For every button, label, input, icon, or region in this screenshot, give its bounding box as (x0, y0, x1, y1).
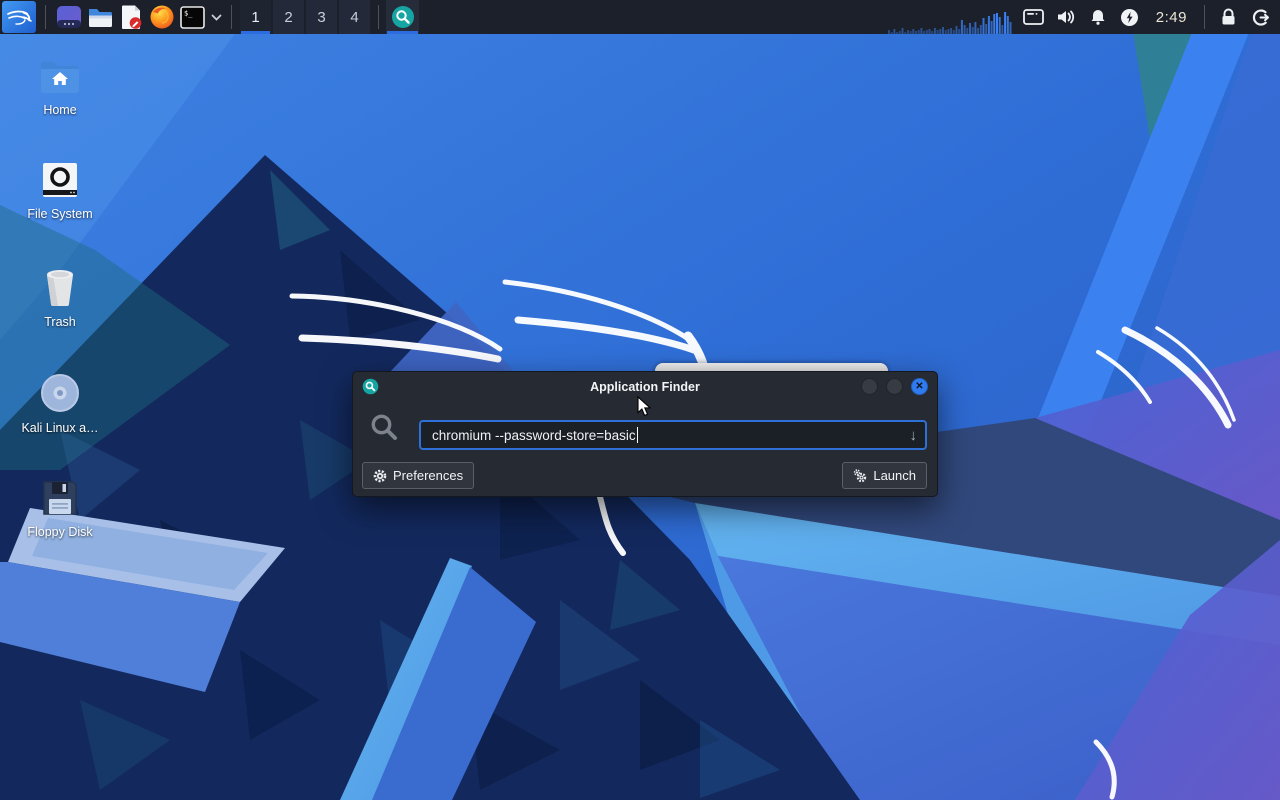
search-row: chromium --password-store=basic ↓ (353, 412, 937, 450)
application-finder-icon (362, 378, 379, 395)
launch-label: Launch (873, 468, 916, 483)
firefox-icon (150, 5, 173, 29)
lock-screen-button[interactable] (1212, 1, 1244, 33)
window-title: Application Finder (590, 379, 700, 394)
application-finder-icon (391, 6, 414, 28)
logout-button[interactable] (1244, 1, 1276, 33)
notifications-button[interactable] (1082, 1, 1114, 33)
close-button[interactable]: ✕ (911, 378, 928, 395)
svg-text:$_: $_ (184, 9, 193, 17)
desktop-icon-home[interactable]: Home (0, 56, 120, 117)
history-dropdown-button[interactable]: ↓ (910, 428, 918, 443)
launcher-window-app-button[interactable] (53, 1, 84, 33)
top-panel: $_ 1 2 3 4 2:49 (0, 0, 1280, 34)
titlebar[interactable]: Application Finder ✕ (353, 372, 937, 401)
command-input[interactable]: chromium --password-store=basic ↓ (419, 420, 927, 450)
launcher-terminal-button[interactable]: $_ (177, 1, 208, 33)
desktop-icon-trash[interactable]: Trash (0, 266, 120, 329)
maximize-button[interactable] (886, 378, 903, 395)
terminal-icon: $_ (180, 5, 205, 29)
logout-icon (1252, 8, 1269, 26)
workspace-button-1[interactable]: 1 (240, 0, 271, 34)
volume-icon (1057, 10, 1074, 24)
workspace-button-3[interactable]: 3 (306, 0, 337, 34)
power-manager-button[interactable] (1114, 1, 1146, 33)
kali-logo-icon (7, 10, 32, 25)
screen-icon (1023, 9, 1045, 25)
file-system-icon (43, 163, 77, 197)
workspace-button-4[interactable]: 4 (339, 0, 370, 34)
trash-icon (47, 270, 73, 306)
launcher-firefox-button[interactable] (146, 1, 177, 33)
home-folder-icon (41, 62, 79, 93)
tray-screen-button[interactable] (1018, 1, 1050, 33)
workspace-button-2[interactable]: 2 (273, 0, 304, 34)
clock[interactable]: 2:49 (1146, 9, 1197, 26)
cpu-graph[interactable] (887, 4, 1012, 34)
desktop-icon-label: File System (27, 207, 93, 221)
desktop-icon-label: Home (43, 103, 77, 117)
gear-icon (373, 469, 387, 482)
file-manager-icon (88, 9, 112, 27)
desktop-icon-floppy-disk[interactable]: Floppy Disk (0, 478, 120, 539)
power-badge-icon (1121, 8, 1139, 26)
window-app-icon (56, 6, 81, 28)
desktop-icon-kali-cd[interactable]: Kali Linux a… (0, 372, 120, 435)
volume-button[interactable] (1050, 1, 1082, 33)
text-editor-icon (121, 5, 141, 29)
application-finder-window: Application Finder ✕ chromium --password… (352, 371, 938, 497)
search-icon (371, 414, 397, 440)
preferences-label: Preferences (393, 468, 464, 483)
preferences-button[interactable]: Preferences (362, 462, 475, 489)
launcher-file-manager-button[interactable] (84, 1, 115, 33)
command-input-value: chromium --password-store=basic (432, 427, 636, 443)
panel-separator (378, 5, 379, 29)
cdrom-icon (41, 374, 79, 412)
floppy-disk-icon (43, 481, 77, 515)
panel-separator (1204, 5, 1205, 29)
launch-button[interactable]: Launch (842, 462, 927, 489)
panel-separator (231, 5, 232, 29)
desktop-icon-label: Kali Linux a… (21, 421, 99, 435)
desktop-icon-label: Trash (44, 315, 76, 329)
terminal-dropdown-button[interactable] (208, 1, 224, 33)
launch-icon (854, 468, 867, 482)
launcher-text-editor-button[interactable] (115, 1, 146, 33)
text-caret (636, 427, 638, 443)
applications-menu-button[interactable] (2, 1, 36, 33)
chevron-down-icon (211, 14, 221, 21)
bell-icon (1091, 10, 1105, 25)
panel-separator (45, 5, 46, 29)
minimize-button[interactable] (861, 378, 878, 395)
lock-icon (1222, 8, 1234, 25)
taskbar-application-finder-button[interactable] (386, 0, 419, 34)
desktop-icon-file-system[interactable]: File System (0, 160, 120, 221)
desktop-icon-label: Floppy Disk (27, 525, 93, 539)
button-row: Preferences Launch (353, 462, 937, 489)
